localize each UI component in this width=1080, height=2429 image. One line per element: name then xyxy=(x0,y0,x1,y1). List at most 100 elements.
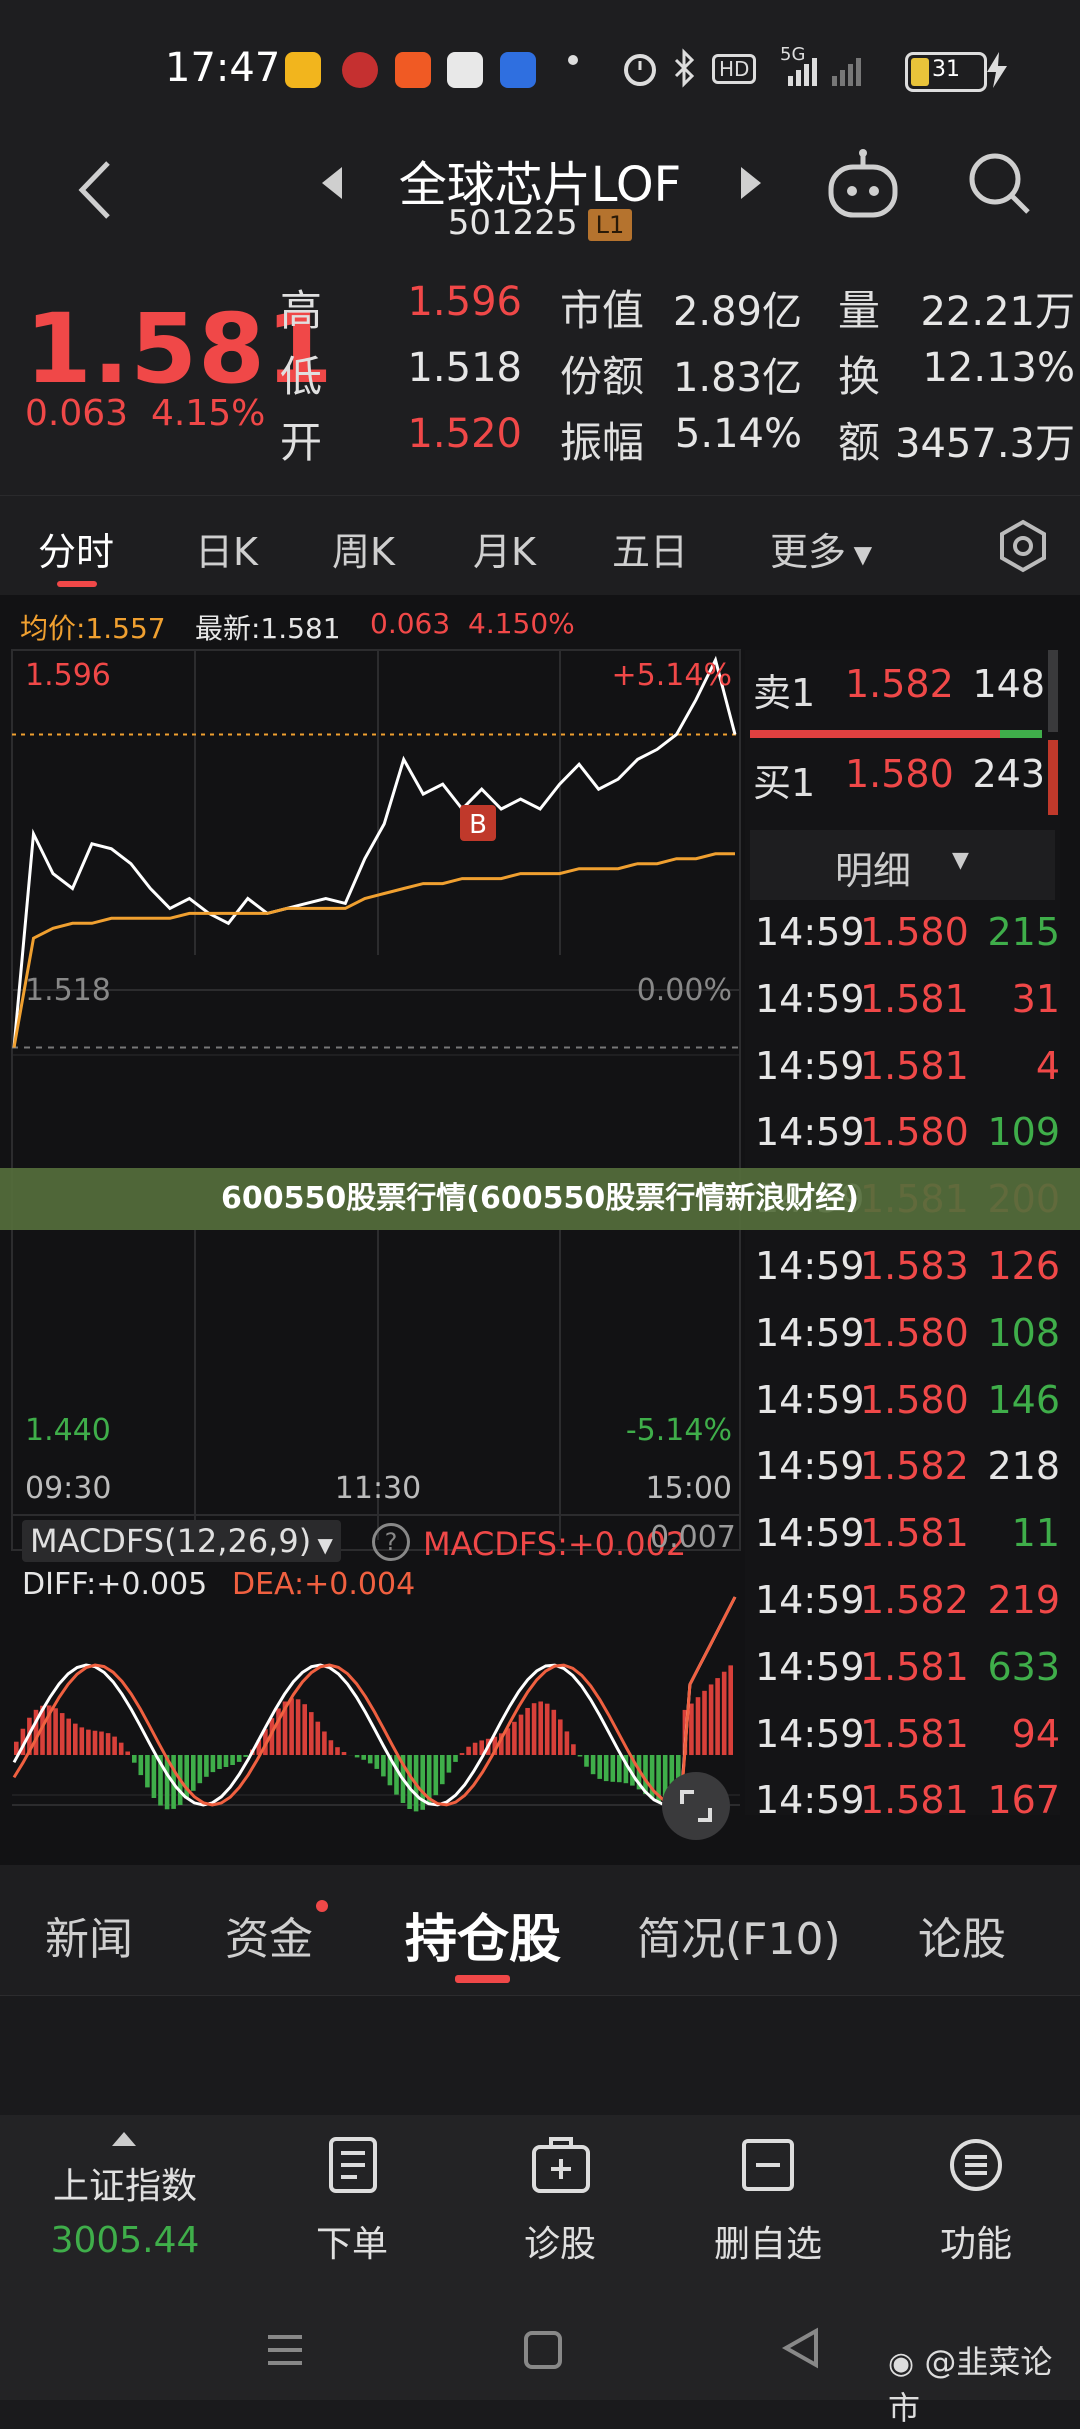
macd-histogram-bar xyxy=(532,1703,537,1755)
high-value: 1.596 xyxy=(380,279,522,325)
robot-assistant-icon[interactable] xyxy=(825,147,901,223)
trade-price: 1.580 xyxy=(860,1378,969,1422)
trade-time: 14:59 xyxy=(755,1244,865,1288)
watermark: ◉ @韭菜论市 xyxy=(888,2337,1080,2429)
expand-up-icon[interactable] xyxy=(110,2130,138,2148)
tab-daily-k[interactable]: 日K xyxy=(195,521,258,576)
notification-dot-icon xyxy=(568,55,578,65)
next-stock-icon[interactable] xyxy=(735,163,765,203)
macd-dea: DEA:+0.004 xyxy=(232,1567,415,1602)
trade-volume: 11 xyxy=(1012,1511,1060,1555)
trade-price: 1.580 xyxy=(860,1311,969,1355)
tab-weekly-k[interactable]: 周K xyxy=(332,521,395,576)
trade-detail-row: 14:591.581167 xyxy=(755,1778,1060,1845)
trade-detail-row: 14:591.58111 xyxy=(755,1511,1060,1578)
macd-histogram-bar xyxy=(119,1743,124,1755)
amplitude-label: 振幅 xyxy=(560,409,644,470)
buy1-label: 买1 xyxy=(753,752,815,807)
trade-time: 14:59 xyxy=(755,1712,865,1756)
macd-indicator-select[interactable]: MACDFS(12,26,9) ▼ xyxy=(22,1520,341,1562)
macd-histogram-bar xyxy=(106,1733,111,1755)
macd-histogram-bar xyxy=(715,1678,720,1755)
macd-histogram-bar xyxy=(132,1755,137,1763)
volume-label: 量 xyxy=(838,277,880,338)
tab-news[interactable]: 新闻 xyxy=(45,1903,133,1967)
home-icon[interactable] xyxy=(520,2327,566,2373)
info-tabs: 新闻 资金 持仓股 简况(F10) 论股 xyxy=(0,1865,1080,1996)
weibo-logo-icon: ◉ xyxy=(888,2346,914,2381)
trade-time: 14:59 xyxy=(755,1578,865,1622)
search-icon[interactable] xyxy=(965,149,1035,219)
low-label: 低 xyxy=(280,343,322,404)
trade-detail-row: 14:591.580108 xyxy=(755,1311,1060,1378)
low-value: 1.518 xyxy=(380,345,522,391)
buy1-volume: 243 xyxy=(945,752,1045,796)
tab-profile-f10[interactable]: 简况(F10) xyxy=(637,1903,841,1967)
trade-time: 14:59 xyxy=(755,977,865,1021)
buy1-price[interactable]: 1.580 xyxy=(845,752,954,796)
sell1-price[interactable]: 1.582 xyxy=(845,662,954,706)
fullscreen-icon[interactable] xyxy=(660,1770,732,1842)
intraday-chart[interactable]: 1.596 1.518 1.440 +5.14% 0.00% -5.14% 09… xyxy=(0,595,745,1865)
sell1-volume: 148 xyxy=(945,662,1045,706)
settings-icon[interactable] xyxy=(995,518,1051,574)
macd-histogram-bar xyxy=(309,1712,314,1755)
trade-price: 1.580 xyxy=(860,1110,969,1154)
x-tick-midday: 11:30 xyxy=(335,1471,421,1506)
recent-apps-icon[interactable] xyxy=(262,2327,308,2373)
tab-holdings[interactable]: 持仓股 xyxy=(405,1897,561,1972)
macd-histogram-bar xyxy=(224,1755,229,1767)
charging-icon xyxy=(985,50,1009,90)
tab-more-label: 更多 xyxy=(770,530,846,574)
help-icon[interactable]: ? xyxy=(372,1523,410,1561)
trade-time: 14:59 xyxy=(755,1378,865,1422)
macd-value: MACDFS:+0.002 xyxy=(423,1525,686,1563)
sell1-label: 卖1 xyxy=(753,662,815,717)
menu-icon xyxy=(948,2135,1004,2195)
macd-histogram-bar xyxy=(611,1755,616,1782)
buy-marker[interactable]: B xyxy=(460,805,496,841)
tab-five-day[interactable]: 五日 xyxy=(612,521,688,576)
tab-more[interactable]: 更多 ▼ xyxy=(770,521,872,576)
remove-icon xyxy=(740,2135,796,2195)
trade-price: 1.580 xyxy=(860,910,969,954)
macd-histogram-bar xyxy=(565,1731,570,1755)
y-bottom-pct: -5.14% xyxy=(626,1413,732,1448)
level-badge: L1 xyxy=(588,209,633,241)
active-info-tab-indicator xyxy=(455,1975,510,1983)
price-change: 0.063 4.15% xyxy=(25,393,265,434)
macd-histogram-bar xyxy=(243,1755,248,1757)
tab-discussion[interactable]: 论股 xyxy=(918,1903,1006,1967)
system-nav-bar: ◉ @韭菜论市 xyxy=(0,2305,1080,2400)
macd-histogram-bar xyxy=(73,1724,78,1755)
index-name[interactable]: 上证指数 xyxy=(25,2157,225,2209)
headline-banner[interactable]: 600550股票行情(600550股票行情新浪财经) xyxy=(0,1168,1080,1230)
macd-histogram-bar xyxy=(617,1755,622,1782)
chevron-down-icon: ▼ xyxy=(952,848,969,873)
trade-price: 1.583 xyxy=(860,1244,969,1288)
macd-right-value: 0.007 xyxy=(650,1520,736,1555)
detail-header[interactable]: 明细 ▼ xyxy=(750,830,1055,900)
app-icon xyxy=(342,52,378,88)
alarm-icon xyxy=(620,48,660,88)
tab-funds[interactable]: 资金 xyxy=(225,1903,313,1967)
avg-series-line xyxy=(14,854,735,1048)
macd-histogram-bar xyxy=(460,1753,465,1755)
trade-detail-row: 14:591.58194 xyxy=(755,1712,1060,1779)
y-mid-pct: 0.00% xyxy=(637,973,732,1008)
back-nav-icon[interactable] xyxy=(778,2325,824,2371)
hd-icon: HD xyxy=(712,54,756,84)
macd-histogram-bar xyxy=(342,1752,347,1755)
y-top-price: 1.596 xyxy=(25,658,111,693)
trade-time: 14:59 xyxy=(755,1645,865,1689)
trade-price: 1.582 xyxy=(860,1444,969,1488)
macd-histogram-bar xyxy=(473,1743,478,1755)
macd-histogram-bar xyxy=(512,1722,517,1755)
macd-histogram-bar xyxy=(335,1747,340,1755)
macd-histogram-bar xyxy=(53,1708,58,1755)
medical-kit-icon xyxy=(530,2135,592,2195)
tab-intraday[interactable]: 分时 xyxy=(38,521,114,576)
trade-price: 1.581 xyxy=(860,1044,969,1088)
tab-monthly-k[interactable]: 月K xyxy=(473,521,536,576)
macd-histogram-bar xyxy=(237,1755,242,1762)
